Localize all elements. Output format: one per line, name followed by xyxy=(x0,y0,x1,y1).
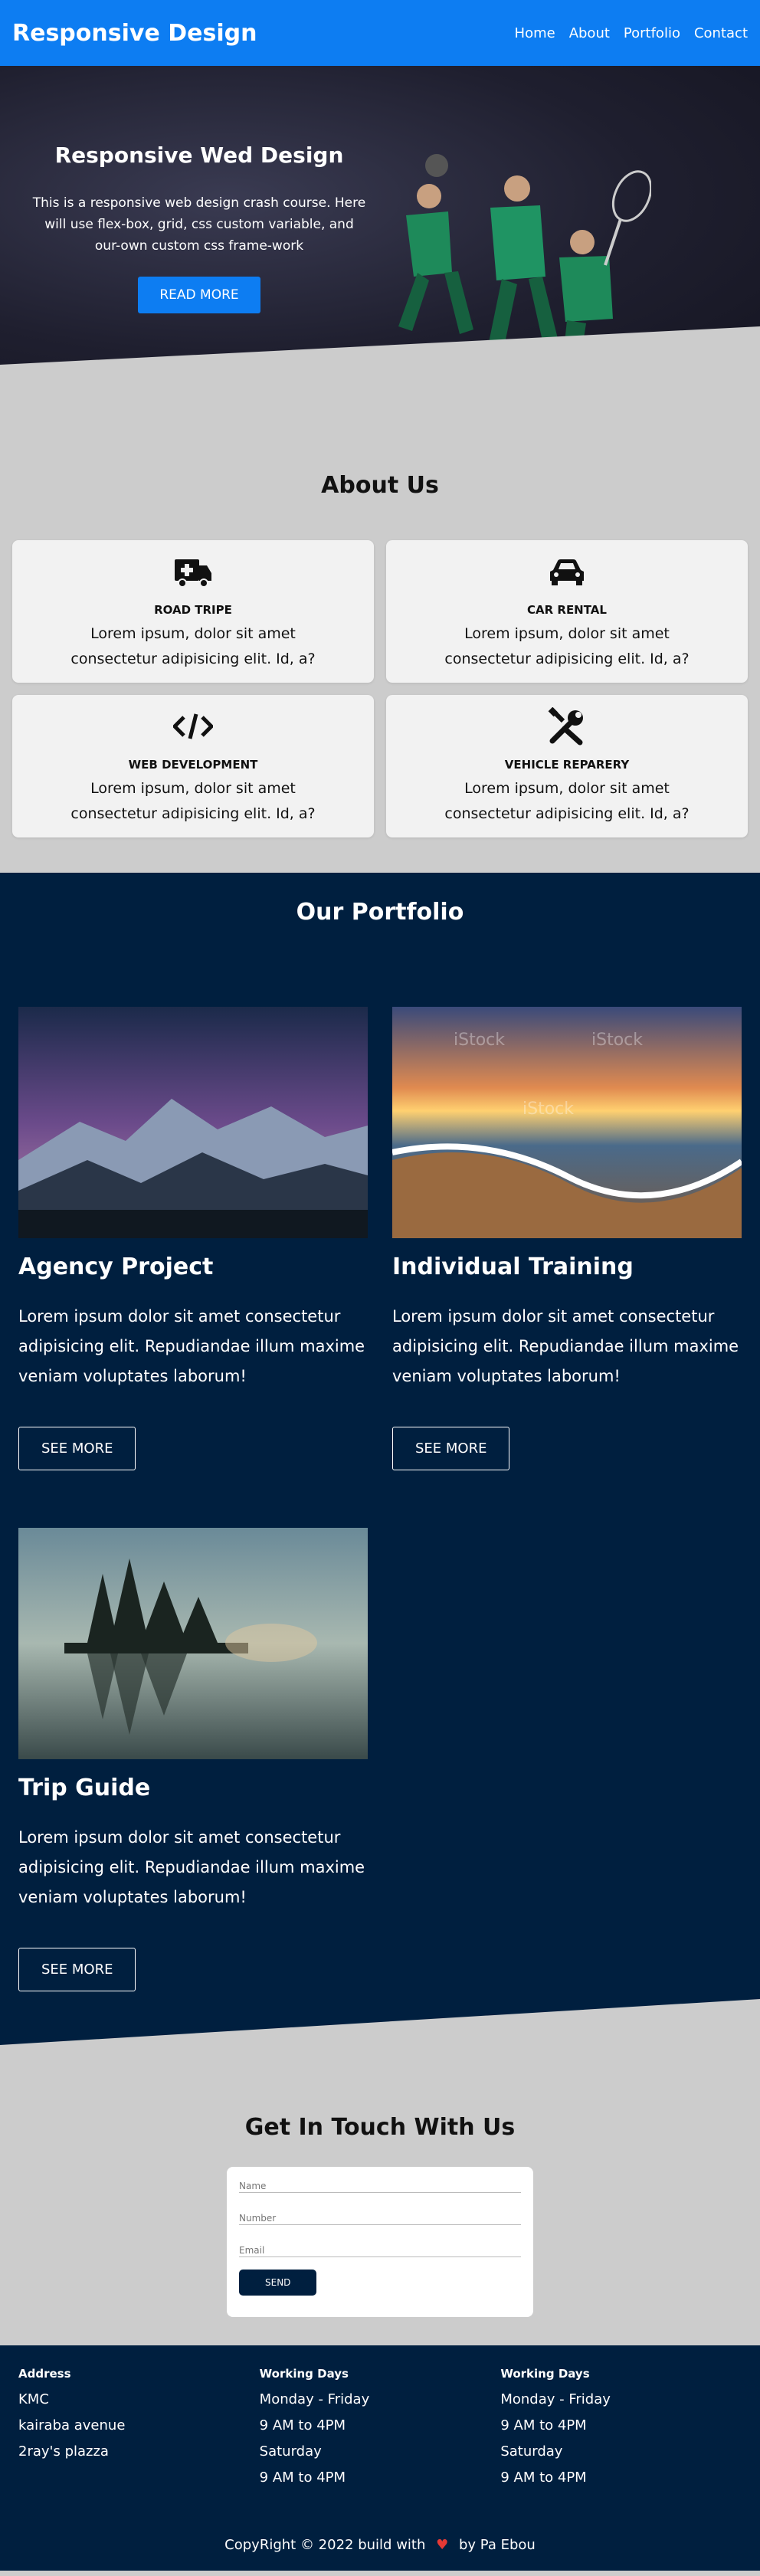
number-field[interactable] xyxy=(239,2213,521,2224)
contact-form: SEND xyxy=(227,2167,533,2317)
tools-icon xyxy=(548,707,583,746)
brand-logo[interactable]: Responsive Design xyxy=(12,20,257,47)
project-text: Lorem ipsum dolor sit amet consectetur a… xyxy=(392,1307,739,1385)
nav-link-about[interactable]: About xyxy=(569,25,610,41)
hero-content: Responsive Wed Design This is a responsi… xyxy=(31,143,368,313)
footer-line: Monday - Friday xyxy=(259,2391,370,2407)
portfolio-section: Our Portfolio Agency Project Lorem ipsum… xyxy=(0,873,760,2045)
contact-section: Get In Touch With Us SEND xyxy=(0,2045,760,2345)
footer-line: 9 AM to 4PM xyxy=(500,2469,587,2486)
project-card: Agency Project Lorem ipsum dolor sit ame… xyxy=(18,1007,368,1528)
author-text: by Pa Ebou xyxy=(459,2537,536,2553)
hero-title: Responsive Wed Design xyxy=(54,143,344,168)
see-more-button[interactable]: SEE MORE xyxy=(18,1948,136,1991)
card-title: CAR RENTAL xyxy=(527,603,607,617)
about-section: About Us ROAD TRIPE Lorem ipsum, dolor s… xyxy=(0,395,760,873)
footer-line: 9 AM to 4PM xyxy=(500,2417,587,2433)
nav-links: Home About Portfolio Contact xyxy=(515,25,748,41)
card-title: ROAD TRIPE xyxy=(154,603,232,617)
email-field[interactable] xyxy=(239,2245,521,2256)
navbar: Responsive Design Home About Portfolio C… xyxy=(0,0,760,66)
footer-heading: Address xyxy=(18,2367,71,2381)
copyright-text: CopyRight © 2022 build with xyxy=(224,2537,426,2553)
watermark-text: iStock xyxy=(591,1031,643,1050)
nav-link-portfolio[interactable]: Portfolio xyxy=(624,25,680,41)
heart-icon: ♥ xyxy=(436,2537,449,2553)
footer-line: 9 AM to 4PM xyxy=(259,2417,346,2433)
project-text: Lorem ipsum dolor sit amet consectetur a… xyxy=(18,1307,365,1385)
about-card: VEHICLE REPARERY Lorem ipsum, dolor sit … xyxy=(386,695,748,837)
contact-title: Get In Touch With Us xyxy=(244,2114,516,2141)
portfolio-grid: Agency Project Lorem ipsum dolor sit ame… xyxy=(18,1007,742,2049)
footer-line: 9 AM to 4PM xyxy=(259,2469,346,2486)
card-text: Lorem ipsum, dolor sit amet consectetur … xyxy=(444,625,690,667)
footer-line: Saturday xyxy=(500,2443,563,2460)
card-title: WEB DEVELOPMENT xyxy=(128,758,258,772)
mountain-night-image xyxy=(18,1007,368,1238)
about-card: CAR RENTAL Lorem ipsum, dolor sit amet c… xyxy=(386,540,748,683)
card-text: Lorem ipsum, dolor sit amet consectetur … xyxy=(444,780,690,822)
watermark-text: iStock xyxy=(454,1031,505,1050)
portfolio-divider xyxy=(0,1999,760,2045)
see-more-button[interactable]: SEE MORE xyxy=(18,1427,136,1470)
nav-link-home[interactable]: Home xyxy=(515,25,555,41)
project-title: Individual Training xyxy=(392,1254,634,1280)
name-field[interactable] xyxy=(239,2181,521,2191)
car-icon xyxy=(550,559,584,585)
lake-forest-image xyxy=(18,1528,368,1759)
project-text: Lorem ipsum dolor sit amet consectetur a… xyxy=(18,1828,365,1906)
footer-columns: Address KMC kairaba avenue 2ray's plazza… xyxy=(18,2367,742,2491)
footer-heading: Working Days xyxy=(500,2367,590,2381)
see-more-button[interactable]: SEE MORE xyxy=(392,1427,510,1470)
footer-column: Working Days Monday - Friday 9 AM to 4PM… xyxy=(500,2367,742,2491)
hero-description: This is a responsive web design crash co… xyxy=(32,195,366,254)
footer-line: kairaba avenue xyxy=(18,2417,126,2433)
project-card: Trip Guide Lorem ipsum dolor sit amet co… xyxy=(18,1528,368,2049)
about-card: WEB DEVELOPMENT Lorem ipsum, dolor sit a… xyxy=(12,695,374,837)
project-card: iStock iStock iStock Individual Training… xyxy=(392,1007,742,1528)
hero-divider xyxy=(0,326,760,395)
ambulance-icon xyxy=(175,559,211,588)
about-grid: ROAD TRIPE Lorem ipsum, dolor sit amet c… xyxy=(12,540,748,837)
footer-line: 2ray's plazza xyxy=(18,2443,109,2460)
footer-line: KMC xyxy=(18,2391,49,2407)
footer-line: Monday - Friday xyxy=(500,2391,611,2407)
card-title: VEHICLE REPARERY xyxy=(504,758,630,772)
card-text: Lorem ipsum, dolor sit amet consectetur … xyxy=(70,780,316,822)
read-more-button[interactable]: READ MORE xyxy=(138,277,260,313)
project-title: Trip Guide xyxy=(18,1775,151,1801)
footer-column: Working Days Monday - Friday 9 AM to 4PM… xyxy=(260,2367,501,2491)
watermark-text: iStock xyxy=(522,1100,574,1119)
about-card: ROAD TRIPE Lorem ipsum, dolor sit amet c… xyxy=(12,540,374,683)
copyright: CopyRight © 2022 build with ♥ by Pa Ebou xyxy=(18,2537,742,2553)
about-title: About Us xyxy=(321,472,439,499)
sunset-beach-image: iStock iStock iStock xyxy=(392,1007,742,1238)
portfolio-title: Our Portfolio xyxy=(296,899,464,926)
footer: Address KMC kairaba avenue 2ray's plazza… xyxy=(0,2345,760,2571)
code-icon xyxy=(173,713,213,739)
footer-column: Address KMC kairaba avenue 2ray's plazza xyxy=(18,2367,260,2491)
hero-section: Responsive Wed Design This is a responsi… xyxy=(0,66,760,395)
project-title: Agency Project xyxy=(18,1254,214,1280)
footer-heading: Working Days xyxy=(259,2367,349,2381)
footer-line: Saturday xyxy=(259,2443,322,2460)
nav-link-contact[interactable]: Contact xyxy=(694,25,748,41)
card-text: Lorem ipsum, dolor sit amet consectetur … xyxy=(70,625,316,667)
send-button[interactable]: SEND xyxy=(239,2270,317,2296)
